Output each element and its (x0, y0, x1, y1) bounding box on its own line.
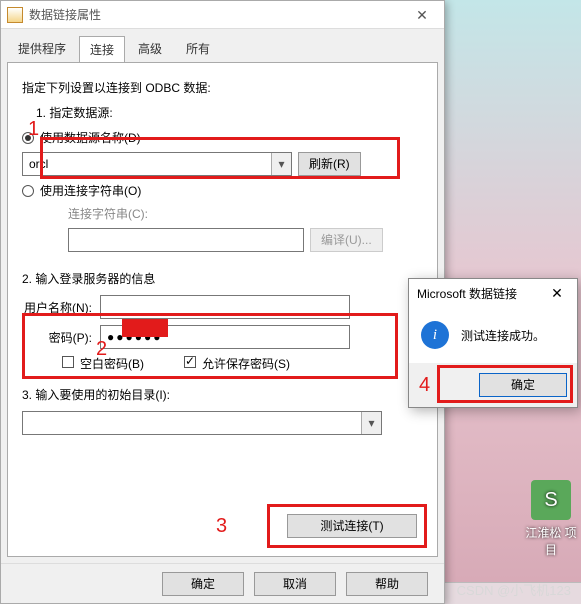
tab-connection[interactable]: 连接 (79, 36, 125, 63)
chevron-down-icon[interactable]: ▾ (271, 153, 291, 175)
desktop-shortcut[interactable]: S 江淮松 项目 (521, 480, 581, 558)
dialog-footer: 确定 取消 帮助 (1, 563, 444, 603)
checkbox-save-password[interactable] (184, 356, 196, 368)
message-box: Microsoft 数据链接 ✕ i 测试连接成功。 确定 4 (408, 278, 578, 408)
username-input[interactable] (100, 295, 350, 319)
ok-button[interactable]: 确定 (162, 572, 244, 596)
marker-4: 4 (419, 374, 430, 397)
titlebar: 数据链接属性 ✕ (1, 1, 444, 29)
close-icon[interactable]: ✕ (537, 279, 577, 307)
section3-title: 3. 输入要使用的初始目录(I): (22, 386, 423, 403)
cancel-button[interactable]: 取消 (254, 572, 336, 596)
dialog-icon (7, 7, 23, 23)
section2-title: 2. 输入登录服务器的信息 (22, 270, 423, 287)
msgbox-titlebar: Microsoft 数据链接 ✕ (409, 279, 577, 307)
checkbox-blank-password[interactable] (62, 356, 74, 368)
radio-connstr[interactable] (22, 185, 34, 197)
help-button[interactable]: 帮助 (346, 572, 428, 596)
password-label: 密码(P): (22, 329, 92, 346)
info-icon: i (421, 321, 449, 349)
test-connection-button[interactable]: 测试连接(T) (287, 514, 417, 538)
tab-advanced[interactable]: 高级 (127, 35, 173, 62)
msgbox-title: Microsoft 数据链接 (417, 285, 537, 302)
marker-2: 2 (96, 338, 107, 361)
username-redaction (122, 319, 168, 337)
msgbox-ok-button[interactable]: 确定 (479, 373, 567, 397)
catalog-combo[interactable]: ▾ (22, 411, 382, 435)
radio-row-connstr[interactable]: 使用连接字符串(O) (22, 182, 423, 199)
shortcut-icon: S (531, 480, 571, 520)
refresh-button[interactable]: 刷新(R) (298, 152, 361, 176)
datalink-properties-dialog: 数据链接属性 ✕ 提供程序 连接 高级 所有 指定下列设置以连接到 ODBC 数… (0, 0, 445, 604)
connstr-label: 连接字符串(C): (68, 205, 148, 222)
tab-provider[interactable]: 提供程序 (7, 35, 77, 62)
marker-3: 3 (216, 515, 227, 538)
tab-all[interactable]: 所有 (175, 35, 221, 62)
tab-strip: 提供程序 连接 高级 所有 (1, 29, 444, 62)
chevron-down-icon[interactable]: ▾ (361, 412, 381, 434)
username-label: 用户名称(N): (22, 299, 92, 316)
close-icon[interactable]: ✕ (400, 1, 444, 29)
shortcut-label: 江淮松 项目 (521, 524, 581, 558)
dsn-combo[interactable]: ▾ (22, 152, 292, 176)
dsn-input[interactable] (23, 153, 271, 175)
compile-button: 编译(U)... (310, 228, 383, 252)
msgbox-text: 测试连接成功。 (461, 327, 545, 344)
intro-text: 指定下列设置以连接到 ODBC 数据: (22, 79, 423, 96)
radio-dsn-label: 使用数据源名称(D) (40, 129, 141, 146)
radio-row-dsn[interactable]: 使用数据源名称(D) (22, 129, 423, 146)
connstr-input (68, 228, 304, 252)
marker-1: 1 (28, 118, 39, 141)
dialog-title: 数据链接属性 (29, 6, 400, 23)
chk-save-wrap[interactable]: 允许保存密码(S) (184, 355, 290, 372)
radio-connstr-label: 使用连接字符串(O) (40, 182, 141, 199)
watermark: CSDN @小飞机123 (457, 580, 571, 599)
section1-title: 1. 指定数据源: (36, 104, 423, 121)
tab-body: 指定下列设置以连接到 ODBC 数据: 1. 指定数据源: 使用数据源名称(D)… (7, 62, 438, 557)
